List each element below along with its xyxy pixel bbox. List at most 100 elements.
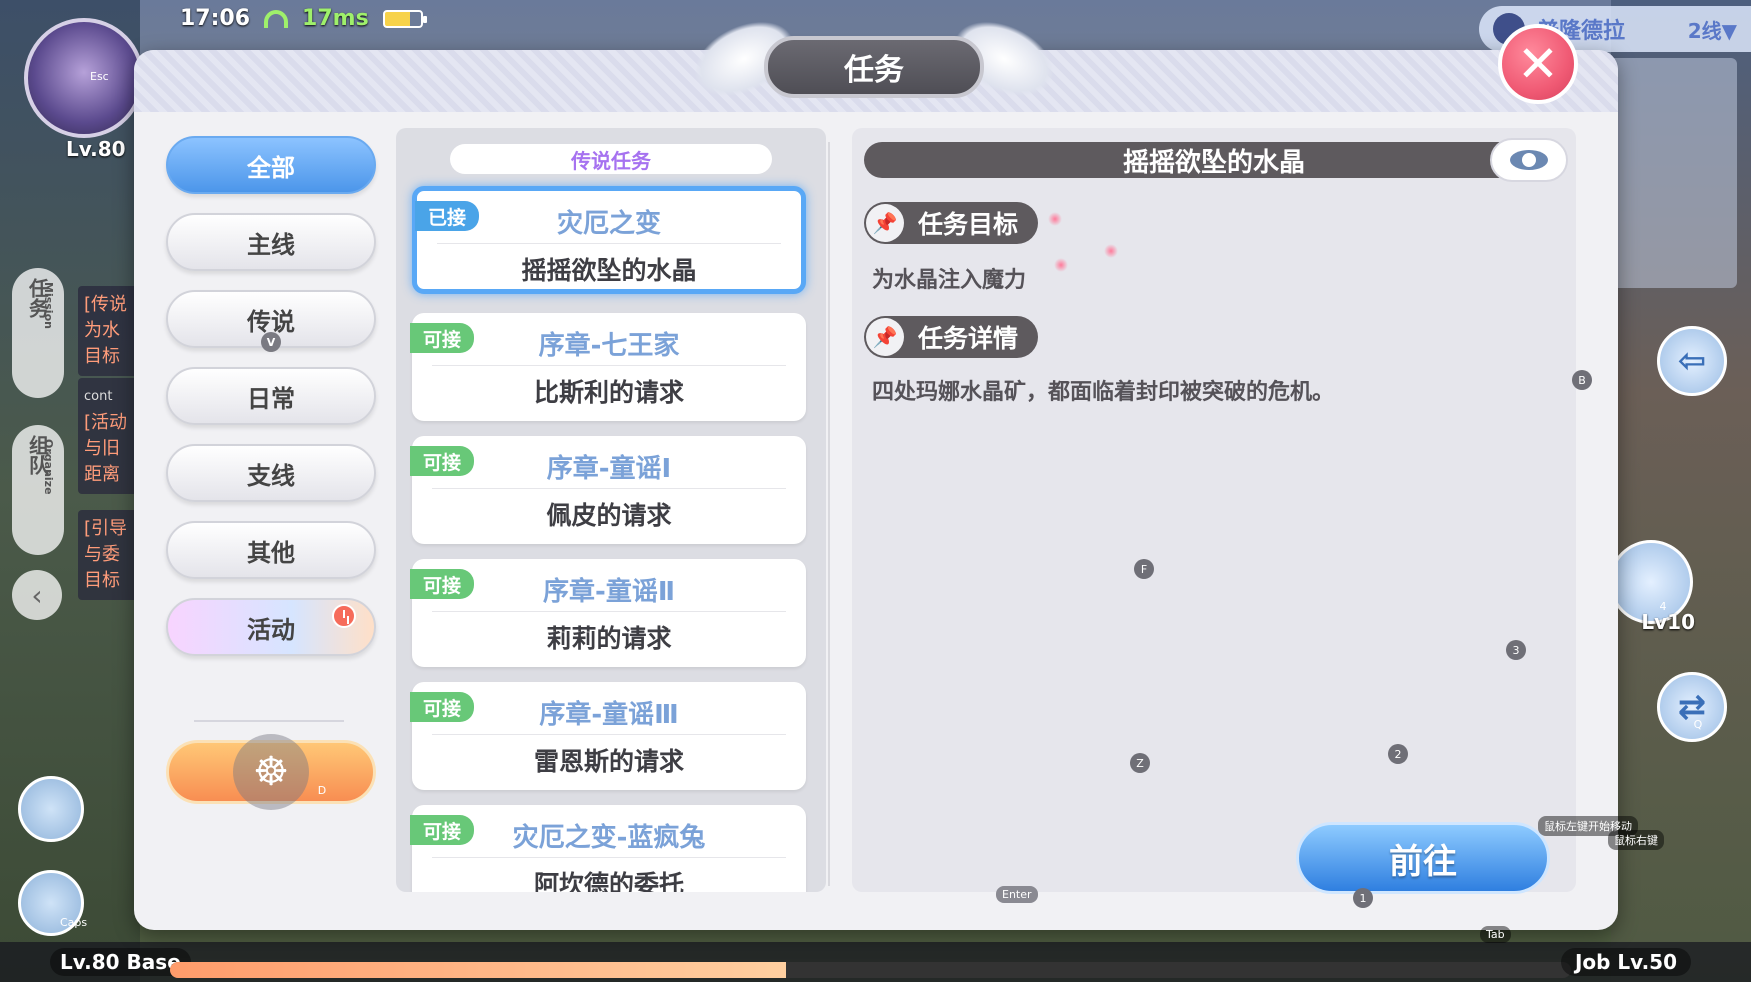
quest-detail: 摇摇欲坠的水晶 📌 任务目标 为水晶注入魔力 📌 任务详情 四处玛娜水晶矿，都面…	[852, 128, 1576, 892]
gamepad-button[interactable]: ☸	[166, 734, 376, 810]
mission-side-tab[interactable]: 任务 Mission	[12, 268, 64, 398]
card-divider	[432, 734, 786, 735]
hotkey-4: 4	[1659, 599, 1667, 613]
category-list: 全部 主线 传说 V 日常 支线 其他 活动	[166, 136, 376, 656]
quest-panel: 任务 ✕ 全部 主线 传说 V 日常 支线 其他 活动 ☸ D 传说任务 已接 …	[134, 10, 1618, 930]
quest-card[interactable]: 可接 序章-童谣Ⅰ 佩皮的请求	[410, 436, 806, 544]
quest-chapter: 序章-童谣Ⅱ	[543, 577, 675, 607]
close-icon[interactable]: ✕	[1498, 24, 1578, 104]
category-label: 其他	[247, 538, 295, 567]
hotkey-1: 1	[1353, 888, 1373, 908]
pin-icon: 📌	[866, 318, 904, 356]
quest-name: 摇摇欲坠的水晶	[521, 256, 697, 285]
category-daily[interactable]: 日常	[166, 367, 376, 425]
caps-key-hint: Caps	[60, 916, 88, 929]
category-legend[interactable]: 传说 V	[166, 290, 376, 352]
right-click-hint: 鼠标右键	[1608, 830, 1664, 850]
quest-card[interactable]: 可接 序章-童谣Ⅱ 莉莉的请求	[410, 559, 806, 667]
player-avatar[interactable]	[24, 18, 144, 138]
battery-icon	[382, 9, 427, 28]
tracker-line: 与旧	[84, 438, 120, 459]
hotkey-enter: Enter	[996, 886, 1038, 903]
meditate-button[interactable]	[18, 776, 84, 842]
player-level: Lv.80	[66, 137, 126, 161]
details-label: 任务详情	[918, 324, 1019, 353]
hotkey-3: 3	[1506, 640, 1526, 660]
card-divider	[432, 365, 786, 366]
organize-side-tab[interactable]: 组队 Organize	[12, 425, 64, 555]
hotkey-2: 2	[1388, 744, 1408, 764]
tracker-header: cont	[84, 389, 113, 404]
organize-side-label-en: Organize	[42, 439, 55, 495]
hotkey-badge: V	[261, 332, 281, 352]
hotkey-b: B	[1572, 370, 1592, 390]
line-selector[interactable]: 2线▼	[1688, 15, 1737, 44]
category-all[interactable]: 全部	[166, 136, 376, 194]
details-heading: 📌 任务详情	[864, 316, 1039, 358]
mission-side-label-en: Mission	[42, 282, 55, 329]
quest-card[interactable]: 可接 灾厄之变-蓝疯兔 阿坎德的委托	[410, 805, 806, 892]
clock-time: 17:06	[180, 6, 251, 31]
tracker-line: 目标	[84, 570, 120, 591]
quest-name: 佩皮的请求	[546, 501, 672, 530]
quest-name: 雷恩斯的请求	[533, 747, 684, 776]
card-divider	[432, 611, 786, 612]
category-label: 活动	[247, 615, 295, 644]
quest-chapter: 序章-七王家	[538, 331, 680, 361]
tracker-line: [引导	[84, 518, 128, 539]
category-side[interactable]: 支线	[166, 444, 376, 502]
card-divider	[432, 857, 786, 858]
panel-title: 任务	[764, 36, 984, 98]
minimap[interactable]	[1597, 58, 1737, 288]
quest-card[interactable]: 已接 灾厄之变 摇摇欲坠的水晶	[412, 186, 806, 294]
back-arrow-icon[interactable]: ⇦	[1657, 326, 1727, 396]
esc-key-hint: Esc	[90, 70, 109, 83]
hotkey-f: F	[1134, 559, 1154, 579]
experience-bar	[170, 962, 1571, 978]
quest-name: 比斯利的请求	[533, 378, 684, 407]
column-divider	[828, 142, 830, 886]
status-bar: 17:06 17ms	[180, 6, 427, 31]
eye-shape	[1510, 150, 1548, 170]
card-divider	[437, 243, 781, 244]
quest-chapter: 灾厄之变-蓝疯兔	[512, 823, 706, 853]
ping-value: 17ms	[302, 6, 369, 31]
back-arrow-icon[interactable]: ‹	[12, 570, 62, 620]
tracker-line: 与委	[84, 544, 120, 565]
eye-icon[interactable]	[1490, 138, 1568, 182]
quest-detail-title: 摇摇欲坠的水晶	[864, 142, 1564, 178]
pin-icon: 📌	[866, 204, 904, 242]
tab-key-hint: Tab	[1480, 926, 1511, 943]
quest-card[interactable]: 可接 序章-七王家 比斯利的请求	[410, 313, 806, 421]
category-main[interactable]: 主线	[166, 213, 376, 271]
experience-fill	[170, 962, 787, 978]
category-event[interactable]: 活动	[166, 598, 376, 656]
category-other[interactable]: 其他	[166, 521, 376, 579]
quest-list-header: 传说任务	[450, 144, 772, 174]
quest-tracker-legend[interactable]: [传说 为水 目标	[78, 286, 138, 376]
job-level: Job Lv.50	[1560, 948, 1691, 976]
category-label: 全部	[247, 153, 295, 182]
tracker-line: [传说	[84, 294, 128, 315]
sparkle-decoration	[1104, 244, 1118, 258]
quest-chapter: 序章-童谣Ⅲ	[539, 700, 679, 730]
quest-tracker-event[interactable]: cont [活动 与旧 距离	[78, 378, 138, 494]
category-label: 日常	[247, 384, 295, 413]
tracker-line: 距离	[84, 464, 120, 485]
sparkle-decoration	[1048, 212, 1062, 226]
quest-card[interactable]: 可接 序章-童谣Ⅲ 雷恩斯的请求	[410, 682, 806, 790]
objective-label: 任务目标	[918, 210, 1019, 239]
quest-tracker-guide[interactable]: [引导 与委 目标	[78, 510, 138, 600]
category-label: 主线	[247, 230, 295, 259]
sparkle-decoration	[1054, 258, 1068, 272]
quest-chapter: 灾厄之变	[556, 209, 661, 239]
hotkey-z: Z	[1130, 753, 1150, 773]
category-divider	[194, 720, 344, 722]
category-label: 支线	[247, 461, 295, 490]
quest-chapter: 序章-童谣Ⅰ	[546, 454, 672, 484]
go-button[interactable]: 前往	[1296, 822, 1550, 894]
tracker-line: 为水	[84, 320, 120, 341]
tracker-line: [活动	[84, 412, 128, 433]
hotkey-d: D	[317, 783, 327, 797]
panel-title-plate: 任务	[694, 10, 1054, 114]
